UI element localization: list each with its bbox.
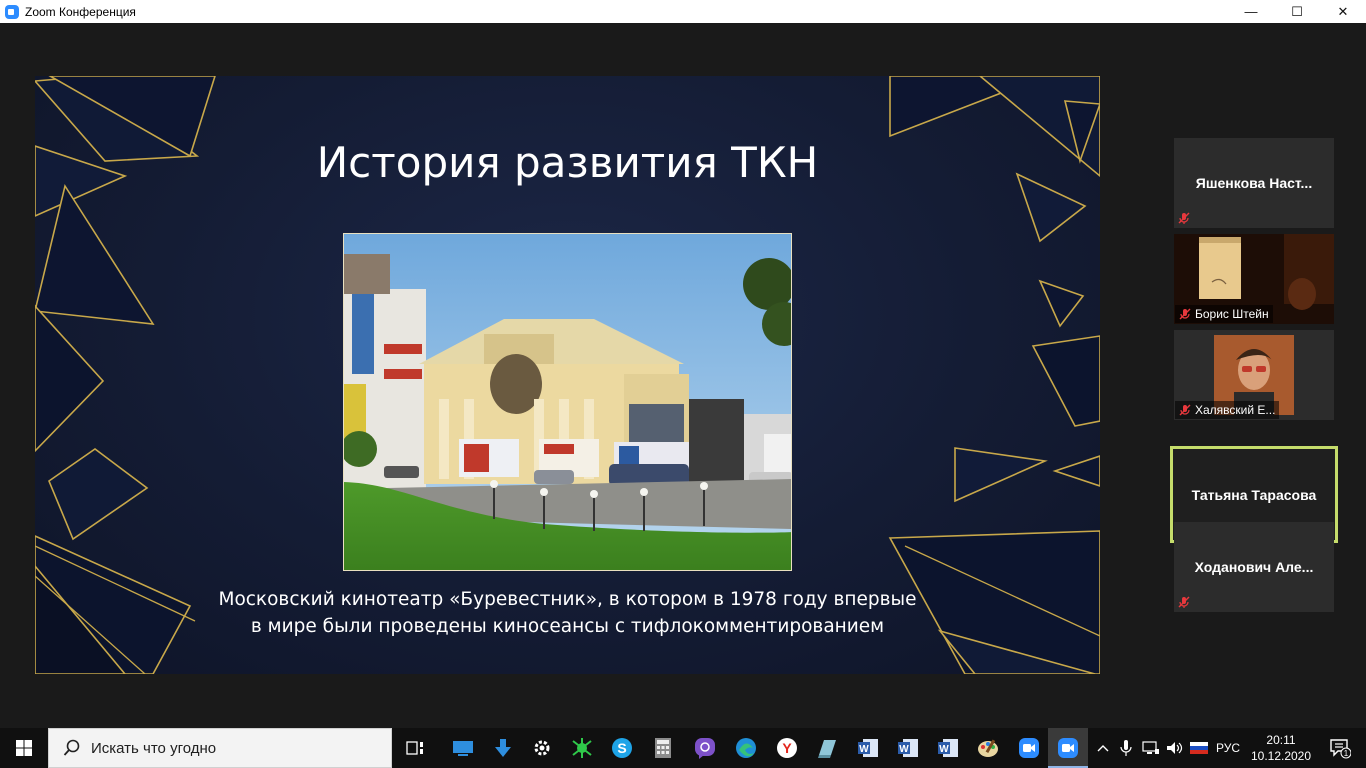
slide-title: История развития ТКН [316, 138, 819, 187]
participant-label: Борис Штейн [1175, 305, 1273, 323]
muted-mic-icon [1178, 212, 1190, 224]
taskbar: Искать что угодно S Y W W W РУС 20:11 10… [0, 728, 1366, 768]
skype-icon: S [612, 738, 632, 758]
participant-tile[interactable]: Ходанович Але... [1174, 522, 1334, 612]
minimize-button[interactable]: — [1228, 0, 1274, 23]
volume-tray-button[interactable] [1164, 728, 1186, 768]
taskbar-app[interactable] [726, 728, 766, 768]
microphone-tray-button[interactable] [1116, 728, 1136, 768]
input-language-button[interactable]: РУС [1212, 728, 1244, 768]
taskbar-app[interactable] [562, 728, 602, 768]
meeting-area: История развития ТКН Московский кинотеат… [0, 23, 1366, 728]
network-tray-button[interactable] [1140, 728, 1162, 768]
task-view-button[interactable] [396, 728, 436, 768]
taskbar-app[interactable]: W [928, 728, 968, 768]
chevron-up-icon [1097, 745, 1109, 752]
notification-icon: 1 [1330, 739, 1351, 759]
participant-tile[interactable]: Яшенкова Наст... [1174, 138, 1334, 228]
participant-name: Яшенкова Наст... [1195, 175, 1313, 191]
zoom-logo-icon [5, 4, 19, 19]
participant-label: Халявский Е... [1175, 401, 1280, 419]
calculator-icon [655, 738, 671, 758]
participant-name: Ходанович Але... [1194, 559, 1314, 575]
edge-icon [736, 738, 756, 758]
svg-text:W: W [859, 744, 869, 755]
window-controls: — ☐ ✕ [1228, 0, 1366, 23]
taskbar-app-active[interactable] [1048, 728, 1088, 768]
slide-caption: Московский кинотеатр «Буревестник», в ко… [185, 586, 950, 640]
muted-mic-icon [1179, 308, 1191, 320]
taskbar-app[interactable] [807, 728, 847, 768]
participant-name: Халявский Е... [1195, 403, 1276, 417]
notification-count: 1 [1344, 749, 1349, 758]
close-button[interactable]: ✕ [1320, 0, 1366, 23]
shared-slide: История развития ТКН Московский кинотеат… [35, 76, 1100, 674]
download-icon [495, 739, 511, 757]
svg-text:W: W [939, 744, 949, 755]
book-app-icon [818, 740, 836, 758]
show-hidden-icons-button[interactable] [1094, 728, 1112, 768]
taskbar-app[interactable]: Y [767, 728, 807, 768]
clock-time: 20:11 [1266, 733, 1296, 747]
muted-mic-icon [1178, 596, 1190, 608]
window-title: Zoom Конференция [25, 4, 136, 19]
slide-caption-line: Московский кинотеатр «Буревестник», в ко… [218, 589, 917, 610]
taskbar-app[interactable] [685, 728, 725, 768]
network-icon [1142, 741, 1159, 754]
maximize-button[interactable]: ☐ [1274, 0, 1320, 23]
search-icon [63, 739, 80, 756]
windows-logo-icon [16, 740, 32, 756]
zoom-icon [1058, 738, 1078, 758]
svg-text:Y: Y [782, 740, 792, 756]
search-placeholder: Искать что угодно [91, 739, 217, 757]
monitor-app-icon [453, 741, 473, 756]
paint-icon [978, 739, 998, 757]
taskbar-app[interactable]: S [602, 728, 642, 768]
task-view-icon [406, 741, 423, 755]
notifications-button[interactable]: 1 [1320, 728, 1360, 768]
muted-mic-icon [1179, 404, 1191, 416]
taskbar-app[interactable]: W [848, 728, 888, 768]
title-bar: Zoom Конференция — ☐ ✕ [0, 0, 1366, 23]
taskbar-search[interactable]: Искать что угодно [48, 728, 392, 768]
start-button[interactable] [0, 728, 48, 768]
speaker-icon [1167, 742, 1183, 754]
burevestnik-cinema-image [344, 234, 791, 570]
participant-name: Борис Штейн [1195, 307, 1269, 321]
spider-icon [572, 738, 592, 758]
cinema-photo [343, 233, 792, 571]
viber-icon [695, 738, 715, 759]
svg-text:S: S [617, 740, 626, 756]
clock-date: 10.12.2020 [1250, 749, 1312, 763]
taskbar-app[interactable] [1009, 728, 1049, 768]
yandex-icon: Y [777, 738, 797, 758]
word-icon: W [938, 739, 958, 757]
language-flag-button[interactable] [1188, 728, 1210, 768]
microphone-icon [1120, 740, 1132, 756]
taskbar-app[interactable] [643, 728, 683, 768]
zoom-icon [1019, 738, 1039, 758]
taskbar-app[interactable] [443, 728, 483, 768]
taskbar-app[interactable] [522, 728, 562, 768]
word-icon: W [898, 739, 918, 757]
participant-tile[interactable]: Борис Штейн [1174, 234, 1334, 324]
taskbar-app[interactable]: W [888, 728, 928, 768]
taskbar-app[interactable] [483, 728, 523, 768]
taskbar-app[interactable] [968, 728, 1008, 768]
participant-name: Татьяна Тарасова [1191, 487, 1317, 503]
russian-flag-icon [1190, 742, 1208, 754]
word-icon: W [858, 739, 878, 757]
slide-caption-line: в мире были проведены киносеансы с тифло… [250, 616, 885, 637]
svg-text:W: W [899, 744, 909, 755]
settings-icon [534, 740, 550, 756]
clock[interactable]: 20:11 10.12.2020 [1246, 732, 1316, 764]
participant-tile[interactable]: Халявский Е... [1174, 330, 1334, 420]
